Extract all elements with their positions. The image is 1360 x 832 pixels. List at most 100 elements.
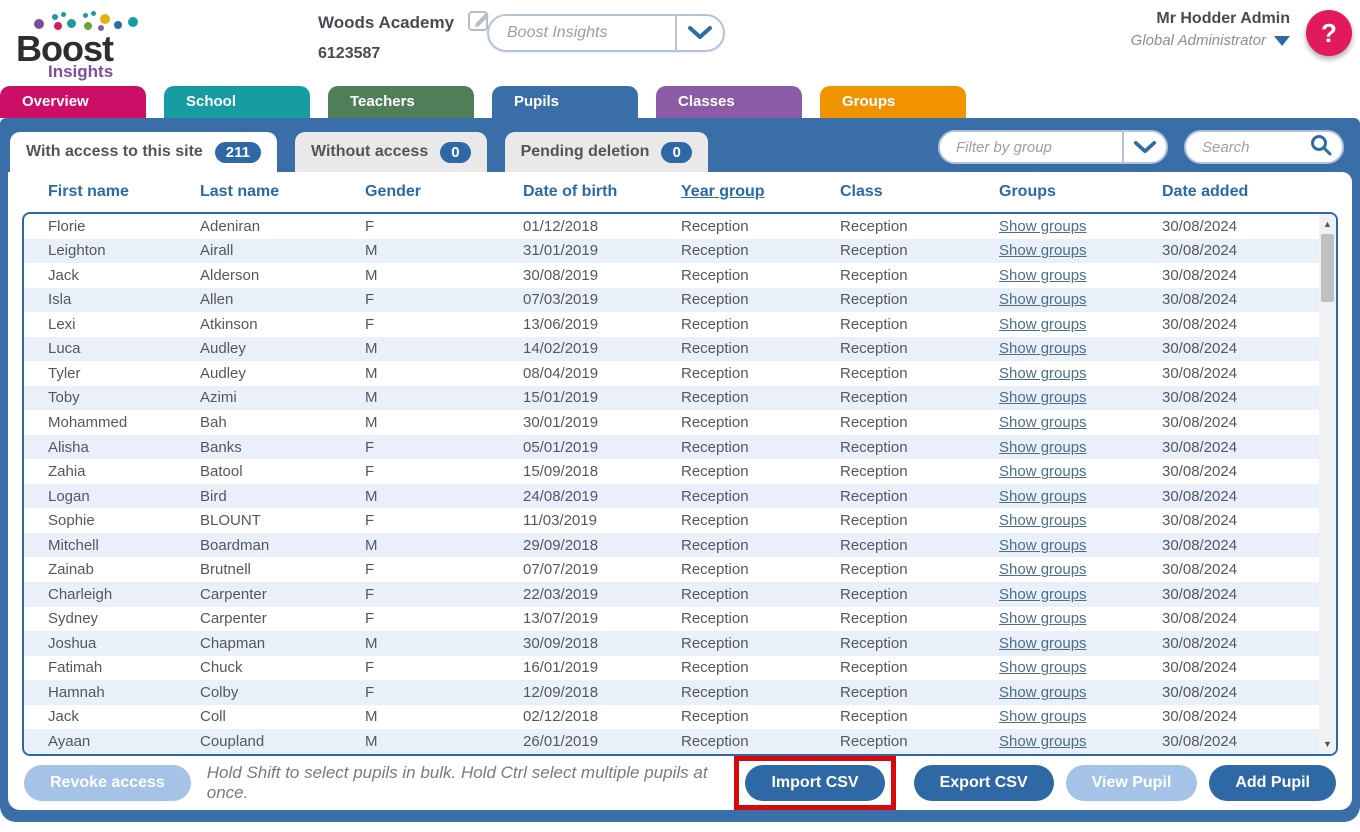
cell-gender: F bbox=[365, 684, 523, 701]
search-input[interactable] bbox=[1190, 139, 1310, 156]
add-pupil-button[interactable]: Add Pupil bbox=[1209, 765, 1336, 801]
export-csv-button[interactable]: Export CSV bbox=[914, 765, 1054, 801]
pupil-row[interactable]: Logan Bird M 24/08/2019 Reception Recept… bbox=[24, 484, 1319, 509]
pupil-row[interactable]: Lexi Atkinson F 13/06/2019 Reception Rec… bbox=[24, 312, 1319, 337]
column-header[interactable]: First name bbox=[48, 183, 200, 201]
show-groups-link[interactable]: Show groups bbox=[999, 340, 1087, 357]
show-groups-link[interactable]: Show groups bbox=[999, 242, 1087, 259]
cell-year-group: Reception bbox=[681, 635, 840, 652]
subtab[interactable]: Pending deletion 0 bbox=[505, 132, 708, 172]
column-header[interactable]: Date of birth bbox=[523, 183, 681, 201]
cell-year-group: Reception bbox=[681, 708, 840, 725]
scrollbar-thumb[interactable] bbox=[1321, 234, 1334, 302]
tab-school[interactable]: School bbox=[164, 86, 310, 118]
revoke-access-button[interactable]: Revoke access bbox=[24, 765, 191, 801]
cell-first-name: Tyler bbox=[48, 365, 200, 382]
pupil-row[interactable]: Isla Allen F 07/03/2019 Reception Recept… bbox=[24, 288, 1319, 313]
pupil-row[interactable]: Florie Adeniran F 01/12/2018 Reception R… bbox=[24, 214, 1319, 239]
user-menu[interactable]: Mr Hodder Admin Global Administrator bbox=[1131, 10, 1290, 49]
tab-pupils[interactable]: Pupils bbox=[492, 86, 638, 118]
cell-gender: F bbox=[365, 610, 523, 627]
help-button[interactable]: ? bbox=[1306, 10, 1352, 56]
show-groups-link[interactable]: Show groups bbox=[999, 610, 1087, 627]
pupil-row[interactable]: Sophie BLOUNT F 11/03/2019 Reception Rec… bbox=[24, 508, 1319, 533]
subtab-label: Pending deletion bbox=[521, 143, 650, 161]
cell-year-group: Reception bbox=[681, 488, 840, 505]
filter-by-group-dropdown[interactable]: Filter by group bbox=[938, 130, 1168, 164]
column-header[interactable]: Class bbox=[840, 183, 999, 201]
pupil-row[interactable]: Mohammed Bah M 30/01/2019 Reception Rece… bbox=[24, 410, 1319, 435]
column-header[interactable]: Last name bbox=[200, 183, 365, 201]
scrollbar[interactable]: ▲ ▼ bbox=[1319, 214, 1336, 754]
cell-first-name: Lexi bbox=[48, 316, 200, 333]
pupil-row[interactable]: Joshua Chapman M 30/09/2018 Reception Re… bbox=[24, 631, 1319, 656]
cell-last-name: Boardman bbox=[200, 537, 365, 554]
show-groups-link[interactable]: Show groups bbox=[999, 291, 1087, 308]
subtab[interactable]: Without access 0 bbox=[295, 132, 487, 172]
cell-first-name: Jack bbox=[48, 267, 200, 284]
show-groups-link[interactable]: Show groups bbox=[999, 365, 1087, 382]
show-groups-link[interactable]: Show groups bbox=[999, 684, 1087, 701]
pupil-row[interactable]: Mitchell Boardman M 29/09/2018 Reception… bbox=[24, 533, 1319, 558]
pupil-row[interactable]: Zainab Brutnell F 07/07/2019 Reception R… bbox=[24, 557, 1319, 582]
chevron-down-icon[interactable] bbox=[1122, 132, 1166, 162]
import-csv-button[interactable]: Import CSV bbox=[745, 765, 884, 801]
site-selector-dropdown[interactable]: Boost Insights bbox=[487, 14, 725, 52]
pupil-row[interactable]: Ayaan Coupland M 26/01/2019 Reception Re… bbox=[24, 729, 1319, 754]
show-groups-link[interactable]: Show groups bbox=[999, 708, 1087, 725]
pupil-row[interactable]: Leighton Airall M 31/01/2019 Reception R… bbox=[24, 239, 1319, 264]
show-groups-link[interactable]: Show groups bbox=[999, 218, 1087, 235]
pupil-row[interactable]: Fatimah Chuck F 16/01/2019 Reception Rec… bbox=[24, 656, 1319, 681]
scroll-up-icon[interactable]: ▲ bbox=[1319, 216, 1336, 232]
show-groups-link[interactable]: Show groups bbox=[999, 733, 1087, 750]
cell-gender: M bbox=[365, 488, 523, 505]
cell-date-of-birth: 02/12/2018 bbox=[523, 708, 681, 725]
tab-overview[interactable]: Overview bbox=[0, 86, 146, 118]
view-pupil-button[interactable]: View Pupil bbox=[1066, 765, 1198, 801]
pupil-row[interactable]: Sydney Carpenter F 13/07/2019 Reception … bbox=[24, 607, 1319, 632]
search-icon[interactable] bbox=[1310, 134, 1332, 161]
show-groups-link[interactable]: Show groups bbox=[999, 512, 1087, 529]
user-menu-caret-icon[interactable] bbox=[1274, 36, 1290, 46]
column-header[interactable]: Gender bbox=[365, 183, 523, 201]
show-groups-link[interactable]: Show groups bbox=[999, 316, 1087, 333]
chevron-down-icon[interactable] bbox=[675, 16, 723, 50]
pupil-row[interactable]: Toby Azimi M 15/01/2019 Reception Recept… bbox=[24, 386, 1319, 411]
cell-class: Reception bbox=[840, 635, 999, 652]
show-groups-link[interactable]: Show groups bbox=[999, 267, 1087, 284]
show-groups-link[interactable]: Show groups bbox=[999, 586, 1087, 603]
cell-last-name: Audley bbox=[200, 365, 365, 382]
show-groups-link[interactable]: Show groups bbox=[999, 488, 1087, 505]
tab-classes[interactable]: Classes bbox=[656, 86, 802, 118]
scroll-down-icon[interactable]: ▼ bbox=[1319, 736, 1336, 752]
pupil-row[interactable]: Charleigh Carpenter F 22/03/2019 Recepti… bbox=[24, 582, 1319, 607]
cell-gender: F bbox=[365, 659, 523, 676]
cell-class: Reception bbox=[840, 414, 999, 431]
show-groups-link[interactable]: Show groups bbox=[999, 463, 1087, 480]
column-header[interactable]: Date added bbox=[1162, 183, 1338, 201]
pupil-row[interactable]: Alisha Banks F 05/01/2019 Reception Rece… bbox=[24, 435, 1319, 460]
pupils-panel: With access to this site 211 Without acc… bbox=[0, 118, 1360, 822]
tab-teachers[interactable]: Teachers bbox=[328, 86, 474, 118]
tab-groups[interactable]: Groups bbox=[820, 86, 966, 118]
column-header[interactable]: Year group bbox=[681, 183, 840, 201]
pupil-row[interactable]: Hamnah Colby F 12/09/2018 Reception Rece… bbox=[24, 680, 1319, 705]
show-groups-link[interactable]: Show groups bbox=[999, 635, 1087, 652]
pupil-row[interactable]: Jack Alderson M 30/08/2019 Reception Rec… bbox=[24, 263, 1319, 288]
subtab[interactable]: With access to this site 211 bbox=[10, 132, 277, 172]
show-groups-link[interactable]: Show groups bbox=[999, 389, 1087, 406]
pupil-row[interactable]: Tyler Audley M 08/04/2019 Reception Rece… bbox=[24, 361, 1319, 386]
show-groups-link[interactable]: Show groups bbox=[999, 537, 1087, 554]
pupil-row[interactable]: Zahia Batool F 15/09/2018 Reception Rece… bbox=[24, 459, 1319, 484]
show-groups-link[interactable]: Show groups bbox=[999, 561, 1087, 578]
cell-class: Reception bbox=[840, 537, 999, 554]
cell-last-name: Bird bbox=[200, 488, 365, 505]
column-header[interactable]: Groups bbox=[999, 183, 1162, 201]
pupil-row[interactable]: Luca Audley M 14/02/2019 Reception Recep… bbox=[24, 337, 1319, 362]
pupil-row[interactable]: Jack Coll M 02/12/2018 Reception Recepti… bbox=[24, 705, 1319, 730]
show-groups-link[interactable]: Show groups bbox=[999, 659, 1087, 676]
cell-last-name: Azimi bbox=[200, 389, 365, 406]
show-groups-link[interactable]: Show groups bbox=[999, 414, 1087, 431]
show-groups-link[interactable]: Show groups bbox=[999, 439, 1087, 456]
cell-date-of-birth: 30/09/2018 bbox=[523, 635, 681, 652]
